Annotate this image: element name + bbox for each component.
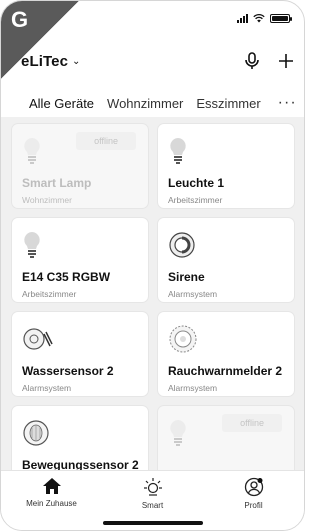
corner-badge-letter: G	[11, 7, 29, 32]
nav-label: Mein Zuhause	[26, 499, 77, 508]
motion-sensor-icon	[22, 416, 56, 450]
home-icon	[42, 478, 61, 494]
offline-badge: offline	[222, 414, 282, 432]
water-sensor-icon	[22, 322, 56, 356]
siren-icon	[168, 228, 202, 262]
device-card-leuchte-1[interactable]: Leuchte 1 Arbeitszimmer	[157, 123, 295, 209]
device-room: Wohnzimmer	[22, 195, 72, 205]
room-tabs: Alle Geräte Wohnzimmer Esszimmer ···	[1, 89, 304, 119]
device-room: Alarmsystem	[22, 383, 72, 393]
device-name: Sirene	[168, 270, 205, 284]
device-name: E14 C35 RGBW	[22, 270, 111, 284]
device-room: Arbeitszimmer	[22, 289, 77, 299]
device-name: Leuchte 1	[168, 176, 225, 190]
profile-icon	[244, 477, 263, 497]
device-card-wassersensor-2[interactable]: Wassersensor 2 Alarmsystem	[11, 311, 149, 397]
add-icon[interactable]	[278, 53, 294, 69]
more-tabs-icon[interactable]: ···	[278, 94, 297, 112]
device-card-sirene[interactable]: Sirene Alarmsystem	[157, 217, 295, 303]
tab-label: Wohnzimmer	[107, 95, 184, 111]
tab-label: Alle Geräte	[29, 95, 95, 111]
device-room: Arbeitszimmer	[168, 195, 223, 205]
bottom-navigation: Mein Zuhause Smart Profil	[1, 470, 304, 530]
bulb-icon	[22, 134, 56, 168]
wifi-icon	[253, 13, 265, 23]
bulb-icon	[22, 228, 56, 262]
device-name: Wassersensor 2	[22, 364, 114, 378]
device-card-bewegungssensor-2[interactable]: Bewegungssensor 2	[11, 405, 149, 470]
smoke-detector-icon	[168, 322, 202, 356]
device-name: Smart Lamp	[22, 176, 92, 190]
tab-esszimmer[interactable]: Esszimmer	[196, 96, 260, 111]
battery-icon	[270, 13, 292, 23]
app-screen: G eLiTec ⌄ Alle Geräte	[0, 0, 305, 531]
device-card-offline-lamp[interactable]: offline	[157, 405, 295, 470]
device-name: Bewegungssensor 2	[22, 458, 139, 470]
signal-icon	[237, 13, 248, 23]
device-card-smart-lamp[interactable]: offline Smart Lamp Wohnzimmer	[11, 123, 149, 209]
nav-label: Smart	[141, 501, 164, 510]
device-name: Rauchwarnmelder 2	[168, 364, 283, 378]
microphone-icon[interactable]	[244, 52, 260, 70]
device-card-rauchwarnmelder-2[interactable]: Rauchwarnmelder 2 Alarmsystem	[157, 311, 295, 397]
device-card-e14-c35-rgbw[interactable]: E14 C35 RGBW Arbeitszimmer	[11, 217, 149, 303]
tab-wohnzimmer[interactable]: Wohnzimmer	[107, 96, 183, 111]
offline-badge: offline	[76, 132, 136, 150]
smart-sun-icon	[143, 478, 162, 496]
status-bar	[237, 13, 292, 23]
device-list[interactable]: offline Smart Lamp Wohnzimmer Leuchte 1 …	[1, 117, 304, 470]
nav-profil[interactable]: Profil	[214, 477, 294, 530]
bulb-icon	[168, 134, 202, 168]
home-indicator[interactable]	[102, 521, 203, 525]
tab-alle-geraete[interactable]: Alle Geräte	[29, 95, 95, 119]
bulb-icon	[168, 416, 202, 450]
nav-mein-zuhause[interactable]: Mein Zuhause	[12, 477, 92, 530]
tab-label: Esszimmer	[196, 95, 261, 111]
device-room: Alarmsystem	[168, 289, 218, 299]
nav-label: Profil	[244, 501, 263, 510]
device-room: Alarmsystem	[168, 383, 218, 393]
